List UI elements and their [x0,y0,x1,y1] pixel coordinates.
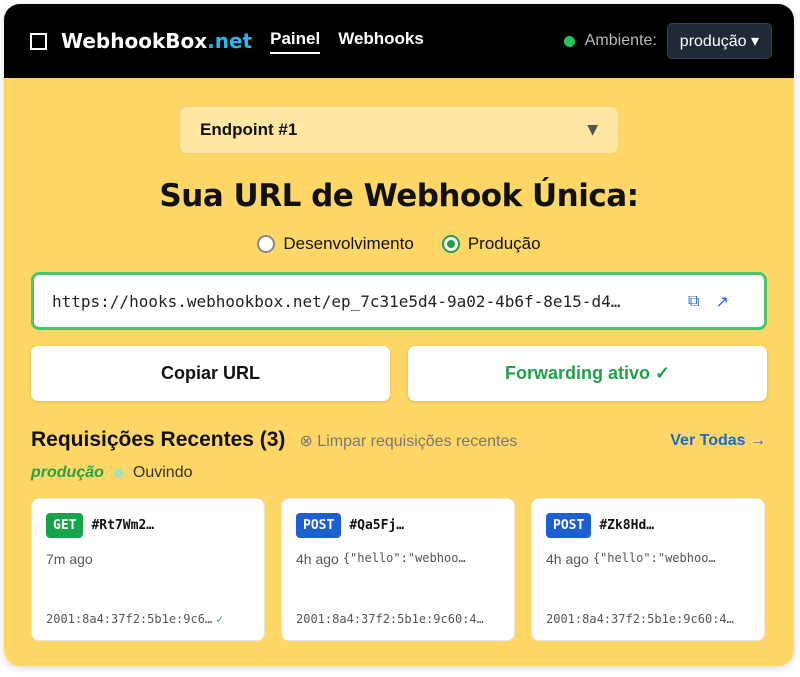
env-status-dot [563,35,575,47]
endpoint-selected: Endpoint #1 [200,120,298,139]
request-card[interactable]: GET #Rt7Wm2… 7m ago 2001:8a4:37f2:5b1e:9… [31,498,265,641]
request-id: #Zk8Hd… [599,518,655,533]
requests-title: Requisições Recentes (3) [31,428,286,451]
check-icon: ✓ [216,612,224,626]
request-ip: 2001:8a4:37f2:5b1e:9c6… [46,612,213,626]
open-external-icon[interactable]: ↗ [715,292,728,311]
request-card[interactable]: POST #Zk8Hd… 4h ago {"hello":"webhoo… 20… [531,498,765,641]
nav-painel[interactable]: Painel [270,29,321,54]
env-label: Ambiente: [584,32,657,49]
forwarding-button[interactable]: Forwarding ativo ✓ [408,346,767,401]
env-select[interactable]: produção ▾ [666,23,772,59]
main-nav: Painel Webhooks [270,29,424,54]
listening-dot [113,468,124,478]
listening-label: Ouvindo [132,464,193,481]
see-all-link[interactable]: Ver Todas → [670,432,766,450]
logo-square-icon [30,32,47,50]
radio-desenvolvimento[interactable]: Desenvolvimento [257,234,414,254]
request-time: 4h ago [296,551,339,567]
radio-producao[interactable]: Produção [441,234,541,254]
request-ip: 2001:8a4:37f2:5b1e:9c60:4… [546,612,734,626]
app-frame: WebhookBox.net Painel Webhooks Ambiente:… [4,4,794,666]
clear-requests-link[interactable]: ⊗ Limpar requisições recentes [299,431,517,451]
status-env: produção [31,464,104,481]
copy-icon[interactable]: ⧉ [688,291,699,311]
radio-indicator [441,235,460,253]
endpoint-select[interactable]: Endpoint #1 ▼ [179,106,619,154]
nav-webhooks[interactable]: Webhooks [338,29,424,54]
page-title: Sua URL de Webhook Única: [159,178,639,214]
request-body-preview: {"hello":"webhoo… [592,551,716,565]
top-bar: WebhookBox.net Painel Webhooks Ambiente:… [4,4,794,78]
request-id: #Rt7Wm2… [91,518,155,533]
requests-header: Requisições Recentes (3) ⊗ Limpar requis… [31,428,517,452]
mode-radio-group: Desenvolvimento Produção [4,234,794,254]
method-badge: GET [46,513,84,538]
request-ip: 2001:8a4:37f2:5b1e:9c60:4… [296,612,484,626]
listening-status: produção Ouvindo [31,464,192,482]
method-badge: POST [546,513,592,538]
webhook-url-field[interactable]: https://hooks.webhookbox.net/ep_7c31e5d4… [31,272,767,330]
method-badge: POST [296,513,342,538]
request-time: 4h ago [546,551,589,567]
copy-url-button[interactable]: Copiar URL [31,346,390,401]
environment-switcher: Ambiente: produção ▾ [563,23,772,59]
brand-logo[interactable]: WebhookBox.net [61,29,252,53]
request-card[interactable]: POST #Qa5Fj… 4h ago {"hello":"webhoo… 20… [281,498,515,641]
request-cards: GET #Rt7Wm2… 7m ago 2001:8a4:37f2:5b1e:9… [31,498,765,641]
dropdown-arrow-icon: ▼ [587,122,598,138]
request-time: 7m ago [46,551,93,567]
request-id: #Qa5Fj… [349,518,405,533]
request-body-preview: {"hello":"webhoo… [342,551,466,565]
radio-indicator [257,235,276,253]
webhook-url: https://hooks.webhookbox.net/ep_7c31e5d4… [52,291,621,311]
